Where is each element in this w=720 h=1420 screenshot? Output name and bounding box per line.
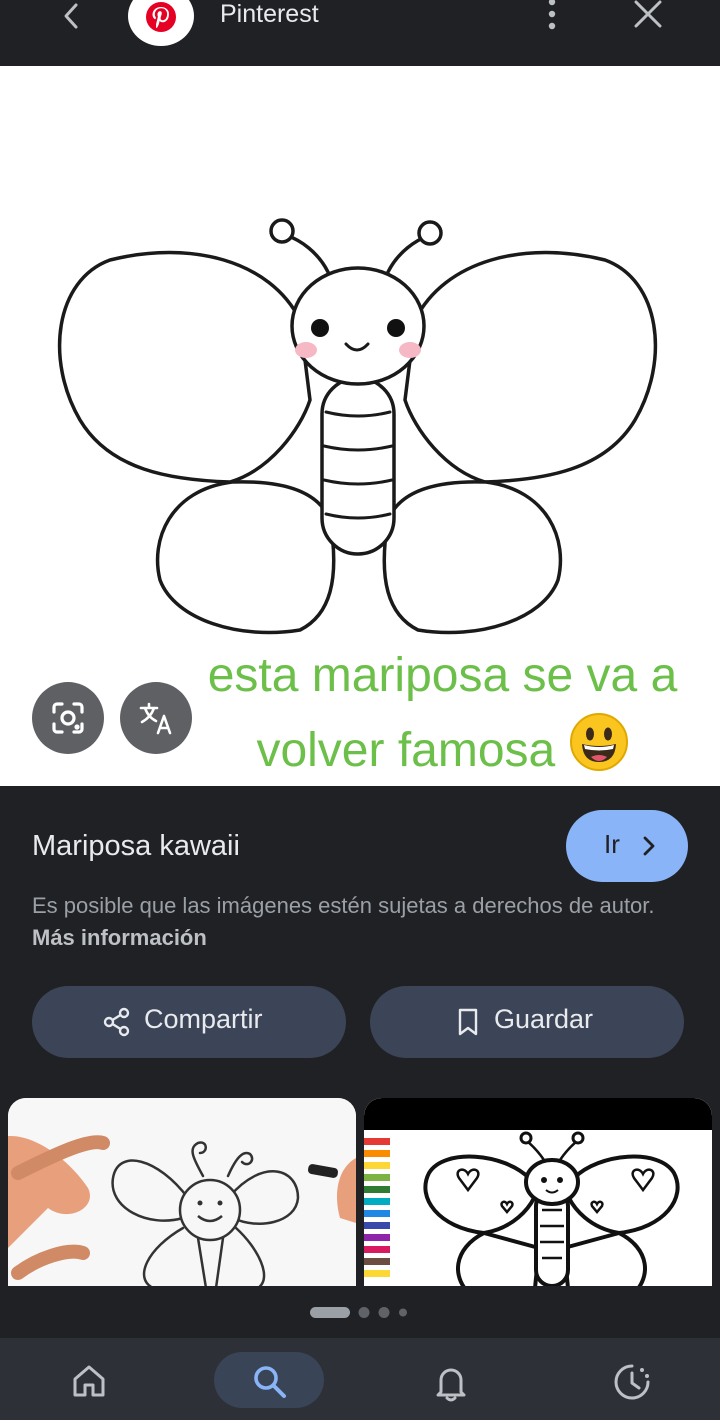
related-image-2[interactable] (364, 1098, 712, 1286)
top-bar: Pinterest (0, 0, 720, 66)
site-name: Pinterest (220, 0, 319, 28)
carousel-pagination (310, 1305, 410, 1321)
caption-line-2-text: volver famosa (256, 724, 556, 777)
bottom-navigation (0, 1338, 720, 1420)
visit-site-label: Ir (604, 829, 620, 859)
caption-line-1: esta mariposa se va a (207, 649, 678, 702)
google-lens-icon[interactable] (32, 682, 104, 754)
close-icon[interactable] (632, 0, 664, 30)
pinterest-logo-icon (128, 0, 194, 46)
save-label: Guardar (494, 1004, 594, 1034)
chevron-right-icon (643, 836, 655, 856)
share-button[interactable]: Compartir (32, 986, 346, 1058)
bookmark-icon (458, 1008, 478, 1036)
video-caption: esta mariposa se va a volver famosa (170, 640, 715, 787)
save-button[interactable]: Guardar (370, 986, 684, 1058)
back-arrow-icon[interactable] (58, 2, 86, 30)
visit-site-button[interactable]: Ir (566, 810, 688, 882)
more-vert-icon[interactable] (538, 0, 566, 32)
copyright-note: Es posible que las imágenes estén sujeta… (32, 890, 672, 954)
search-icon[interactable] (214, 1352, 324, 1408)
history-icon[interactable] (576, 1352, 686, 1408)
caption-line-2: volver famosa (170, 712, 715, 787)
notifications-icon[interactable] (396, 1352, 506, 1408)
more-info-link[interactable]: Más información (32, 925, 207, 950)
share-label: Compartir (144, 1004, 263, 1034)
related-image-1[interactable] (8, 1098, 356, 1286)
copyright-text: Es posible que las imágenes estén sujeta… (32, 893, 655, 918)
grinning-face-emoji-icon (569, 712, 629, 771)
share-icon (103, 1007, 130, 1037)
home-icon[interactable] (34, 1352, 144, 1408)
result-title: Mariposa kawaii (32, 830, 240, 862)
